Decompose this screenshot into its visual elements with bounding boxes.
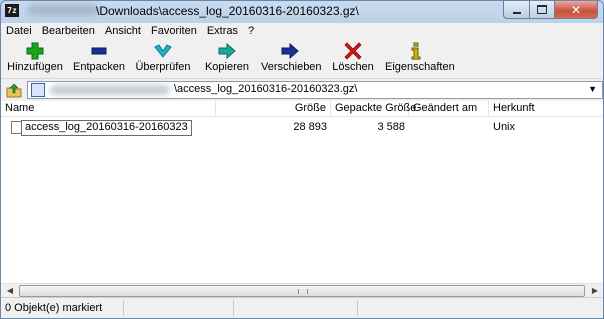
menu-datei[interactable]: Datei (1, 23, 37, 40)
status-bar: 0 Objekt(e) markiert (1, 297, 603, 318)
address-bar: \access_log_20160316-20160323.gz\ ▼ (1, 78, 603, 101)
column-header: Name Größe Gepackte Größe Geändert am He… (1, 101, 603, 117)
menu-ansicht[interactable]: Ansicht (100, 23, 146, 40)
status-selection: 0 Objekt(e) markiert (5, 302, 103, 314)
table-row[interactable]: access_log_20160316-20160323 28 893 3 58… (1, 120, 603, 136)
toolbar: Hinzufügen Entpacken Überprüfen Kopieren… (1, 40, 603, 78)
copy-label: Kopieren (204, 61, 250, 73)
plus-icon (26, 42, 44, 60)
extract-label: Entpacken (73, 61, 125, 73)
menu-favoriten[interactable]: Favoriten (146, 23, 202, 40)
add-label: Hinzufügen (7, 61, 63, 73)
column-packed-size[interactable]: Gepackte Größe (331, 101, 416, 116)
file-origin: Unix (493, 121, 516, 133)
minimize-button[interactable] (503, 1, 530, 19)
maximize-button[interactable] (530, 1, 555, 19)
file-list: Name Größe Gepackte Größe Geändert am He… (1, 101, 603, 298)
path-input[interactable]: \access_log_20160316-20160323.gz\ ▼ (27, 81, 603, 99)
test-button[interactable]: Überprüfen (135, 41, 191, 77)
path-text: \access_log_20160316-20160323.gz\ (174, 83, 358, 95)
status-divider (357, 300, 358, 316)
column-name[interactable]: Name (1, 101, 216, 116)
app-window: 7z \Downloads\access_log_20160316-201603… (0, 0, 604, 319)
file-size: 28 893 (293, 121, 327, 133)
delete-button[interactable]: Löschen (327, 41, 379, 77)
properties-button[interactable]: Eigenschaften (385, 41, 455, 77)
column-modified[interactable]: Geändert am (409, 101, 489, 116)
status-divider (123, 300, 124, 316)
column-origin[interactable]: Herkunft (489, 101, 603, 116)
menu-extras[interactable]: Extras (202, 23, 243, 40)
check-icon (154, 44, 172, 58)
column-size[interactable]: Größe (216, 101, 331, 116)
properties-label: Eigenschaften (385, 61, 455, 73)
app-icon[interactable]: 7z (5, 4, 19, 17)
close-icon: ✕ (570, 2, 582, 17)
minimize-icon (512, 11, 521, 14)
extract-button[interactable]: Entpacken (71, 41, 127, 77)
status-divider (233, 300, 234, 316)
close-button[interactable]: ✕ (555, 1, 598, 19)
scrollbar-thumb[interactable] (19, 285, 585, 297)
scroll-right-icon[interactable]: ▶ (587, 284, 603, 298)
title-bar: 7z \Downloads\access_log_20160316-201603… (1, 1, 603, 22)
maximize-icon (537, 5, 547, 14)
file-packed-size: 3 588 (377, 121, 405, 133)
move-label: Verschieben (261, 61, 322, 73)
copy-button[interactable]: Kopieren (199, 41, 255, 77)
test-label: Überprüfen (135, 61, 191, 73)
add-button[interactable]: Hinzufügen (7, 41, 63, 77)
menu-bar: Datei Bearbeiten Ansicht Favoriten Extra… (1, 23, 603, 40)
folder-up-icon[interactable] (6, 82, 22, 98)
scroll-left-icon[interactable]: ◀ (2, 284, 18, 298)
copy-arrow-icon (218, 42, 236, 60)
window-title: \Downloads\access_log_20160316-20160323.… (96, 4, 359, 18)
delete-label: Löschen (332, 61, 374, 73)
info-icon (411, 42, 421, 60)
delete-x-icon (344, 42, 362, 60)
grip-icon (298, 289, 308, 294)
move-arrow-icon (281, 42, 299, 60)
menu-help[interactable]: ? (243, 23, 259, 40)
title-redacted-path (27, 4, 99, 16)
minus-icon (91, 47, 107, 55)
move-button[interactable]: Verschieben (261, 41, 322, 77)
file-name-edit[interactable]: access_log_20160316-20160323 (21, 120, 192, 136)
window-controls: ✕ (503, 1, 598, 19)
archive-icon (31, 83, 45, 97)
horizontal-scrollbar[interactable]: ◀ ▶ (1, 283, 603, 298)
menu-bearbeiten[interactable]: Bearbeiten (37, 23, 100, 40)
redacted-path (50, 85, 170, 95)
chevron-down-icon[interactable]: ▼ (588, 84, 597, 94)
